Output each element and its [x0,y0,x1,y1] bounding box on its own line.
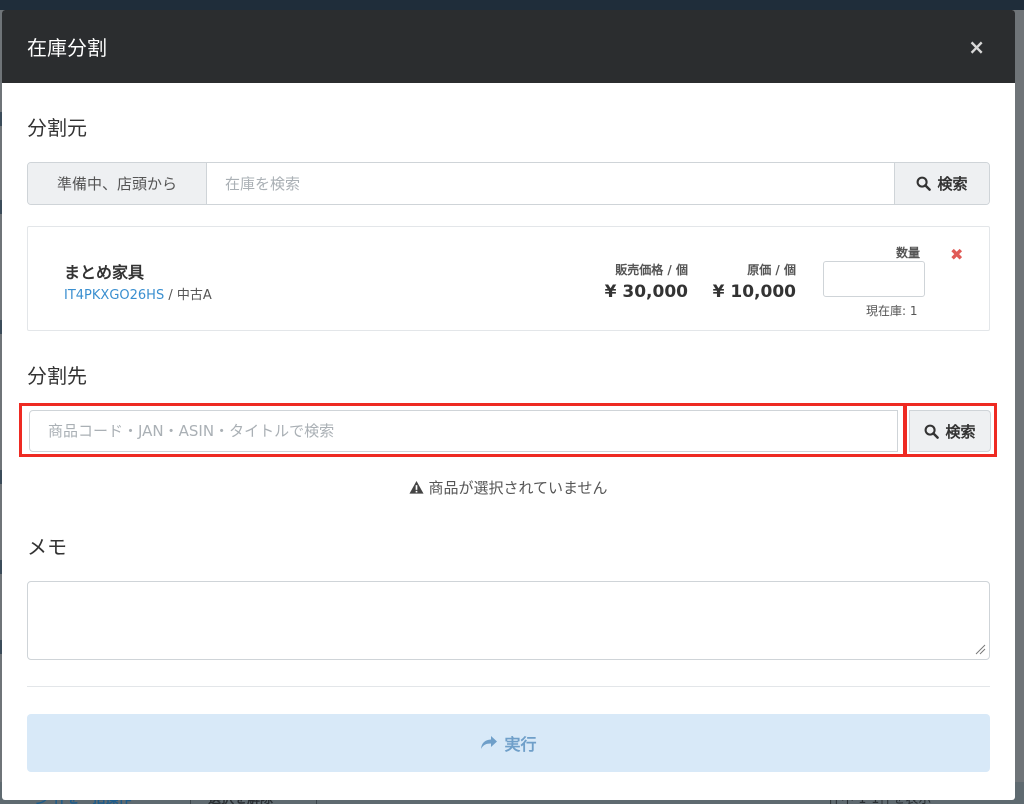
search-icon [917,176,932,191]
execute-button-label: 実行 [504,735,537,754]
stock-split-modal: 在庫分割 × 分割元 準備中、店頭から 検索 まとめ家具 IT4PKXGO26H… [2,10,1015,800]
source-search-button[interactable]: 検索 [894,163,989,204]
destination-search-highlight: 検索 [19,403,997,457]
quantity-label: 数量 [896,246,921,260]
cost-price-block: 原価 / 個 ¥ 10,000 [698,261,796,302]
highlight-divider [903,403,907,457]
item-meta: IT4PKXGO26HS / 中古A [64,284,212,303]
cost-price-label: 原価 / 個 [747,263,796,277]
share-arrow-icon [481,736,498,749]
item-code-link[interactable]: IT4PKXGO26HS [64,288,164,303]
remove-icon[interactable]: ✖ [950,245,963,264]
destination-search-button-label: 検索 [945,422,976,441]
sale-price-label: 販売価格 / 個 [615,263,688,277]
source-search-input[interactable] [207,163,894,204]
search-icon [925,424,940,439]
modal-title: 在庫分割 [27,36,107,60]
source-filter-label: 準備中、店頭から [28,163,207,204]
destination-search-button[interactable]: 検索 [909,410,991,452]
memo-section-title: メモ [27,535,67,559]
source-search-button-label: 検索 [937,175,968,193]
source-section-title: 分割元 [27,116,87,140]
memo-textarea[interactable] [27,581,990,660]
resize-handle-icon[interactable] [974,643,986,655]
warning-text: 商品が選択されていません [428,479,608,497]
divider [27,686,990,687]
warning-icon [409,480,424,494]
destination-section-title: 分割先 [27,364,87,388]
no-product-warning: 商品が選択されていません [2,477,1015,498]
cost-price-value: ¥ 10,000 [712,282,796,302]
close-button[interactable]: × [968,35,985,59]
modal-header: 在庫分割 × [2,10,1015,83]
current-stock-text: 現在庫: 1 [866,304,918,318]
destination-search-input[interactable] [29,410,898,452]
execute-button[interactable]: 実行 [27,714,990,772]
item-condition: / 中古A [164,288,212,303]
quantity-input[interactable] [823,261,925,297]
background-topbar [0,0,1024,10]
source-search-group: 準備中、店頭から 検索 [27,162,990,205]
item-name: まとめ家具 [64,263,145,282]
sale-price-block: 販売価格 / 個 ¥ 30,000 [588,261,688,302]
sale-price-value: ¥ 30,000 [604,282,688,302]
source-item-card: まとめ家具 IT4PKXGO26HS / 中古A 販売価格 / 個 ¥ 30,0… [27,226,990,331]
